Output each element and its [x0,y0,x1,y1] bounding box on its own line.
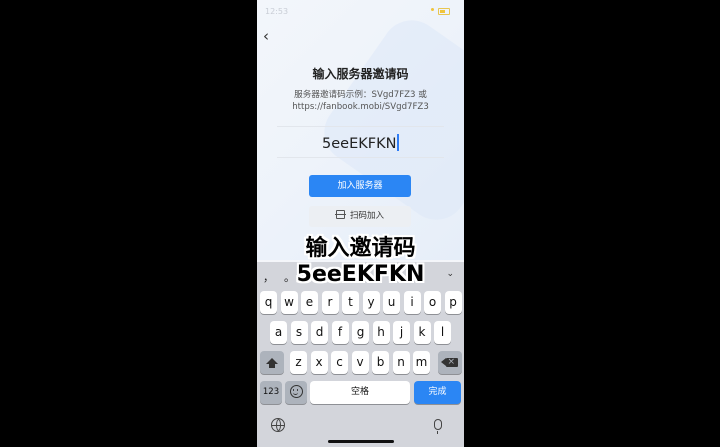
done-key[interactable]: 完成 [414,381,461,404]
key-k[interactable]: k [413,321,431,344]
space-key[interactable]: 空格 [310,381,410,404]
key-c[interactable]: c [331,351,348,374]
key-e[interactable]: e [301,291,318,314]
key-z[interactable]: z [290,351,307,374]
join-server-button[interactable]: 加入服务器 [309,175,411,197]
key-l[interactable]: l [434,321,451,344]
shift-icon [266,358,278,368]
backspace-key[interactable] [438,351,462,374]
key-q[interactable]: q [260,291,277,314]
numbers-key[interactable]: 123 [260,381,282,404]
scan-join-label: 扫码加入 [349,211,384,221]
key-d[interactable]: d [311,321,328,344]
microphone-icon[interactable] [434,419,442,434]
caption-line-2: 5eeEKFKN [296,262,425,287]
globe-icon[interactable] [271,418,285,432]
key-i[interactable]: i [403,291,421,314]
battery-icon [438,8,450,15]
key-a[interactable]: a [270,321,287,344]
key-x[interactable]: x [310,351,328,374]
key-v[interactable]: v [351,351,369,374]
key-n[interactable]: n [392,351,410,374]
key-j[interactable]: j [393,321,410,344]
invite-hint: 服务器邀请码示例：SVgd7FZ3 或 https://fanbook.mobi… [257,89,464,113]
key-r[interactable]: r [321,291,339,314]
key-t[interactable]: t [342,291,359,314]
key-g[interactable]: g [352,321,369,344]
emoji-key[interactable] [285,381,307,404]
key-f[interactable]: f [331,321,349,344]
scan-icon [334,210,346,219]
shift-key[interactable] [260,351,284,374]
invite-code-value: 5eeEKFKN [322,136,397,152]
key-p[interactable]: p [444,291,462,314]
page-title: 输入服务器邀请码 [312,67,409,81]
text-caret [397,134,399,151]
emoji-icon [289,385,303,398]
invite-code-input[interactable]: 5eeEKFKN [277,126,444,158]
hint-line-1: 服务器邀请码示例：SVgd7FZ3 或 [294,90,427,100]
scan-join-button[interactable]: 扫码加入 [309,206,411,227]
signal-icon [431,8,434,11]
key-h[interactable]: h [372,321,390,344]
caption-line-1: 输入邀请码 [305,236,416,261]
key-m[interactable]: m [413,351,430,374]
key-y[interactable]: y [362,291,380,314]
backspace-icon [440,355,458,369]
status-time: 12:53 [265,7,289,16]
hint-line-2: https://fanbook.mobi/SVgd7FZ3 [292,102,429,112]
back-chevron-icon[interactable]: ‹ [263,28,277,44]
key-o[interactable]: o [424,291,441,314]
key-s[interactable]: s [290,321,308,344]
key-w[interactable]: w [280,291,298,314]
video-caption: 输入邀请码 5eeEKFKN [257,236,464,288]
status-bar: 12:53 [257,0,464,22]
key-u[interactable]: u [383,291,400,314]
phone-screen: 12:53 ‹ 输入服务器邀请码 服务器邀请码示例：SVgd7FZ3 或 htt… [257,0,464,447]
home-indicator [328,440,394,443]
keyboard: ， 。 ？ ⌄ qwertyuiop asdfghjkl zxcvbnm 123… [257,262,464,447]
key-b[interactable]: b [372,351,389,374]
